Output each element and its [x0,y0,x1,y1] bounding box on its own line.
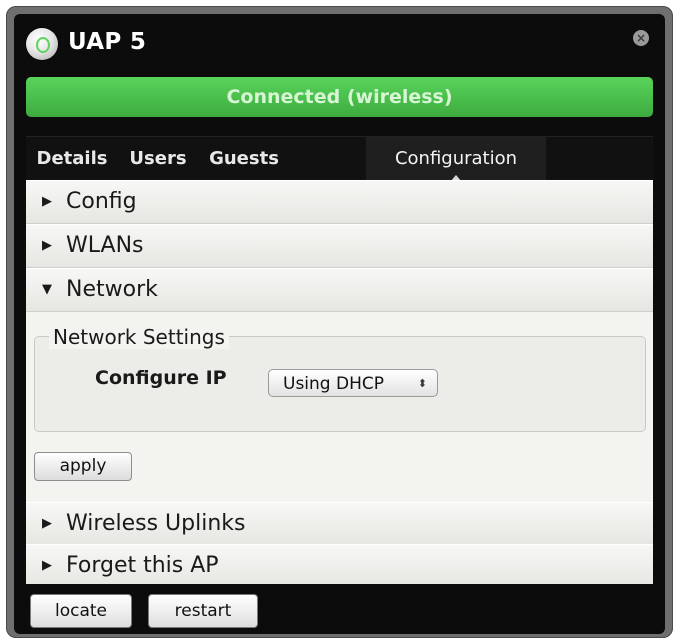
tab-guests[interactable]: Guests [198,137,290,181]
tab-bar: Details Users Guests Configuration [26,136,653,182]
network-settings-fieldset: Network Settings Configure IP Using DHCP… [34,325,646,432]
status-badge: Connected (wireless) [26,77,653,117]
section-forget-ap-label: Forget this AP [66,553,219,578]
section-config[interactable]: ▶ Config [26,180,653,224]
section-config-label: Config [66,189,137,214]
section-forget-ap[interactable]: ▶ Forget this AP [26,544,653,588]
section-wireless-uplinks[interactable]: ▶ Wireless Uplinks [26,502,653,546]
close-icon[interactable]: × [633,30,649,46]
configuration-content: ▶ Config ▶ WLANs ▼ Network Network Settings… [26,180,653,588]
ap-device-icon [26,28,58,60]
tab-details[interactable]: Details [26,137,118,181]
collapsed-arrow-icon: ▶ [42,194,52,209]
collapsed-arrow-icon: ▶ [42,558,52,573]
select-updown-icon: ⬍ [417,377,427,390]
configure-ip-label: Configure IP [95,367,227,389]
expanded-arrow-icon: ▼ [42,282,52,297]
section-network-label: Network [66,277,158,302]
locate-button[interactable]: locate [30,594,132,628]
network-settings-area: Network Settings Configure IP Using DHCP… [26,312,653,502]
section-network[interactable]: ▼ Network [26,268,653,312]
network-settings-legend: Network Settings [49,325,229,349]
tab-users[interactable]: Users [118,137,198,181]
apply-button[interactable]: apply [34,452,132,481]
configure-ip-select[interactable]: Using DHCP ⬍ [268,369,438,397]
device-title: UAP 5 [68,29,147,55]
device-panel: UAP 5 × Connected (wireless) Details Use… [14,14,665,634]
section-wireless-uplinks-label: Wireless Uplinks [66,511,246,536]
collapsed-arrow-icon: ▶ [42,238,52,253]
footer-bar: locate restart [26,584,653,634]
title-bar: UAP 5 × [14,14,665,76]
section-wlans-label: WLANs [66,233,144,258]
collapsed-arrow-icon: ▶ [42,516,52,531]
restart-button[interactable]: restart [148,594,258,628]
configure-ip-value: Using DHCP [283,374,384,394]
section-wlans[interactable]: ▶ WLANs [26,224,653,268]
tab-configuration[interactable]: Configuration [366,137,546,182]
